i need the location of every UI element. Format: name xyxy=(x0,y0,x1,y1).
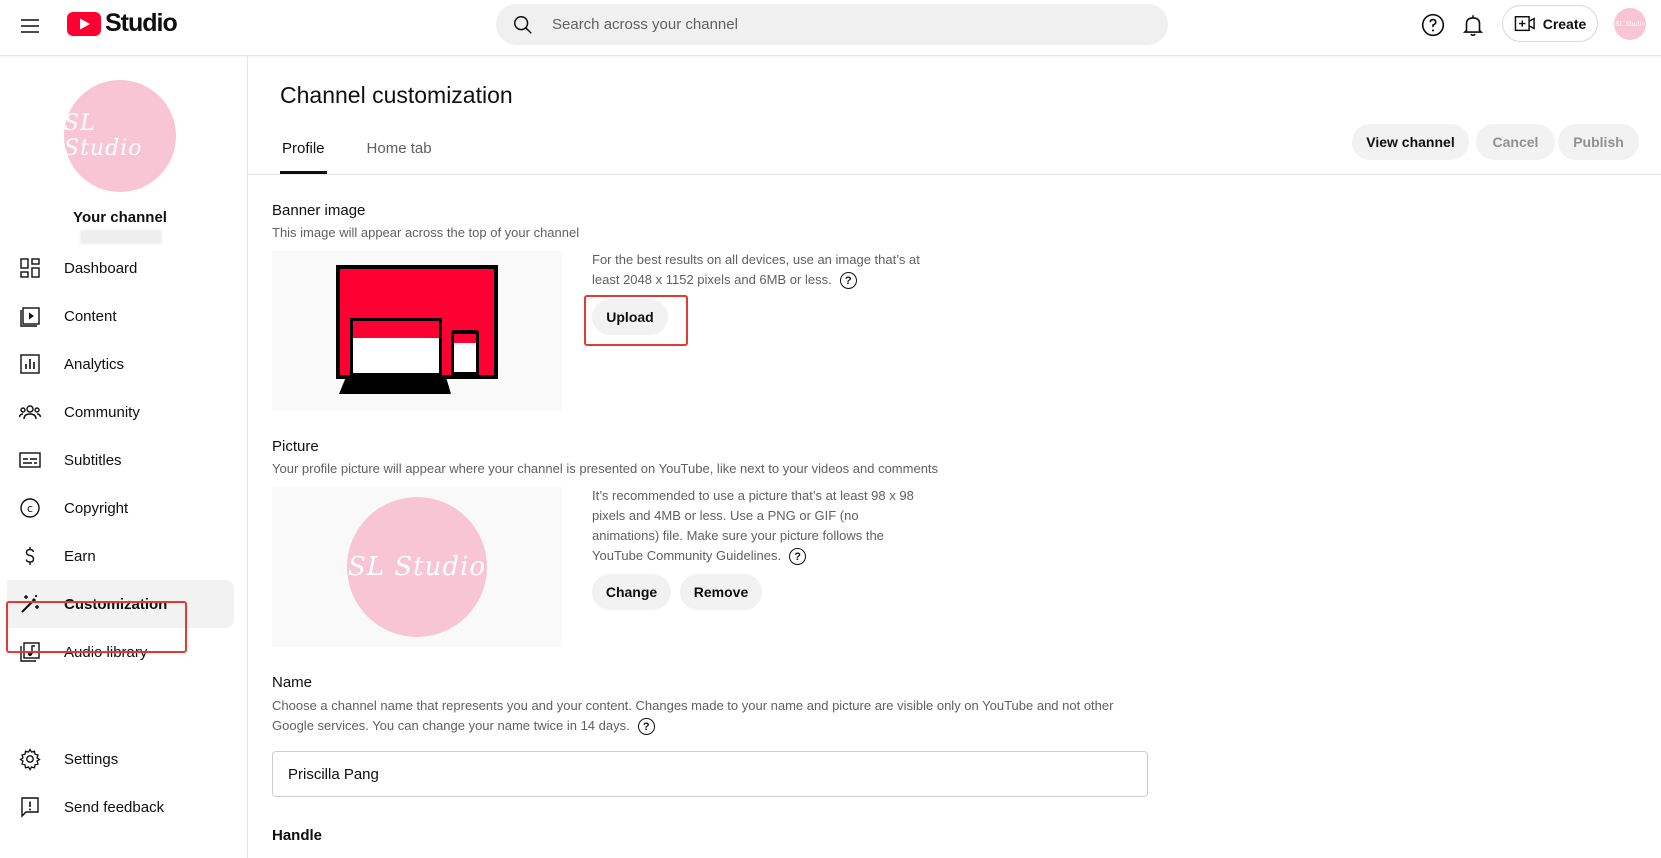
menu-icon[interactable] xyxy=(18,14,42,38)
channel-handle-redacted xyxy=(80,230,162,244)
page-title: Channel customization xyxy=(280,82,513,108)
audio-library-icon xyxy=(20,642,40,662)
banner-devices-illustration xyxy=(336,265,498,394)
analytics-icon xyxy=(20,354,40,374)
banner-section-title: Banner image xyxy=(272,202,366,219)
tab-home[interactable]: Home tab xyxy=(365,132,434,174)
sidebar-item-settings[interactable]: Settings xyxy=(7,735,234,783)
profile-picture: SL Studio xyxy=(347,497,487,637)
sidebar-item-label: Customization xyxy=(64,595,168,613)
sidebar-item-audio-library[interactable]: Audio library xyxy=(7,628,234,676)
remove-picture-button[interactable]: Remove xyxy=(680,574,762,610)
picture-section-title: Picture xyxy=(272,438,319,455)
content-icon xyxy=(20,307,40,327)
logo-text: Studio xyxy=(105,9,178,37)
sidebar-item-label: Community xyxy=(64,403,140,421)
subtitles-icon xyxy=(19,452,41,468)
tab-profile[interactable]: Profile xyxy=(280,132,327,174)
channel-avatar-text: SL Studio xyxy=(64,111,143,161)
help-icon[interactable]: ? xyxy=(839,272,857,290)
add-video-icon xyxy=(1514,15,1535,31)
name-section-description: Choose a channel name that represents yo… xyxy=(272,696,1132,736)
picture-hint-text: It’s recommended to use a picture that’s… xyxy=(592,488,914,563)
sidebar-item-subtitles[interactable]: Subtitles xyxy=(7,436,234,484)
sidebar-item-earn[interactable]: Earn xyxy=(7,532,234,580)
banner-hint: For the best results on all devices, use… xyxy=(592,250,922,290)
sidebar-item-label: Send feedback xyxy=(64,798,165,816)
search-icon[interactable] xyxy=(512,14,534,36)
create-label: Create xyxy=(1542,15,1587,32)
dashboard-icon xyxy=(20,258,40,278)
sidebar-item-label: Subtitles xyxy=(64,451,122,469)
sidebar-item-label: Dashboard xyxy=(64,259,138,277)
help-icon[interactable] xyxy=(1420,12,1446,38)
sidebar-item-community[interactable]: Community xyxy=(7,388,234,436)
profile-picture-text: SL Studio xyxy=(348,552,486,582)
community-icon xyxy=(18,405,42,420)
copyright-icon: c xyxy=(20,498,40,518)
channel-avatar[interactable]: SL Studio xyxy=(64,80,176,192)
picture-hint: It’s recommended to use a picture that’s… xyxy=(592,486,922,566)
avatar-logo-text: SL Studio xyxy=(1615,20,1645,28)
feedback-icon xyxy=(21,797,39,818)
picture-section-description: Your profile picture will appear where y… xyxy=(272,461,939,476)
your-channel-label: Your channel xyxy=(73,209,167,226)
channel-name-field[interactable] xyxy=(272,751,1148,797)
top-bar: Studio Create SL Studio xyxy=(0,0,1661,56)
account-avatar[interactable]: SL Studio xyxy=(1614,8,1646,40)
help-icon[interactable]: ? xyxy=(637,718,655,736)
name-description-text: Choose a channel name that represents yo… xyxy=(272,698,1114,733)
tabs-divider xyxy=(248,174,1661,175)
change-picture-button[interactable]: Change xyxy=(592,574,671,610)
sidebar-item-label: Audio library xyxy=(64,643,148,661)
help-icon[interactable]: ? xyxy=(789,548,807,566)
sidebar-item-analytics[interactable]: Analytics xyxy=(7,340,234,388)
sidebar-item-send-feedback[interactable]: Send feedback xyxy=(7,783,234,831)
youtube-play-icon xyxy=(67,11,101,36)
svg-text:c: c xyxy=(27,502,33,515)
banner-hint-text: For the best results on all devices, use… xyxy=(592,252,920,287)
dollar-icon xyxy=(25,547,35,565)
sidebar-item-label: Earn xyxy=(64,547,96,565)
gear-icon xyxy=(19,748,41,771)
cancel-button[interactable]: Cancel xyxy=(1476,124,1555,160)
picture-preview: SL Studio xyxy=(272,487,562,647)
handle-section-title: Handle xyxy=(272,827,323,844)
sidebar-item-label: Settings xyxy=(64,750,119,768)
search-bar[interactable] xyxy=(496,4,1168,45)
magic-wand-icon xyxy=(21,595,39,613)
sidebar-item-content[interactable]: Content xyxy=(7,292,234,340)
sidebar-item-label: Copyright xyxy=(64,499,129,517)
name-section-title: Name xyxy=(272,674,313,691)
create-button[interactable]: Create xyxy=(1502,5,1598,42)
banner-section-description: This image will appear across the top of… xyxy=(272,225,580,240)
tab-bar: Profile Home tab xyxy=(280,132,472,174)
sidebar-item-copyright[interactable]: c Copyright xyxy=(7,484,234,532)
view-channel-button[interactable]: View channel xyxy=(1352,124,1469,160)
sidebar-item-dashboard[interactable]: Dashboard xyxy=(7,244,234,292)
search-input[interactable] xyxy=(552,16,1112,33)
publish-button[interactable]: Publish xyxy=(1558,124,1639,160)
sidebar-item-label: Analytics xyxy=(64,355,125,373)
upload-button[interactable]: Upload xyxy=(592,299,668,335)
studio-logo[interactable]: Studio xyxy=(67,9,178,38)
sidebar: SL Studio Your channel Dashboard Content xyxy=(0,56,248,858)
banner-preview xyxy=(272,251,562,411)
notifications-bell-icon[interactable] xyxy=(1460,12,1486,38)
sidebar-item-customization[interactable]: Customization xyxy=(7,580,234,628)
sidebar-item-label: Content xyxy=(64,307,117,325)
